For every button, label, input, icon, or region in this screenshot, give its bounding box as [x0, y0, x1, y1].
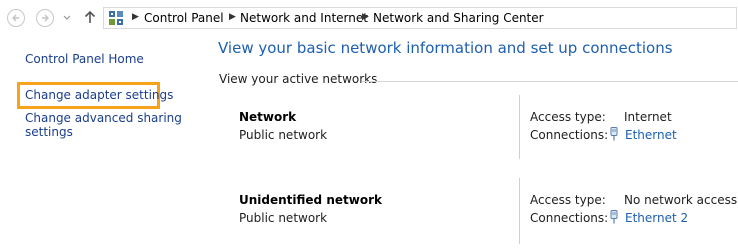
network-divider	[519, 95, 520, 159]
forward-button[interactable]	[36, 9, 54, 27]
change-adapter-settings-link[interactable]: Change adapter settings	[25, 88, 173, 103]
ethernet-icon	[610, 210, 618, 224]
forward-arrow-icon	[42, 14, 49, 22]
change-advanced-sharing-settings-link-line2[interactable]: settings	[25, 125, 73, 140]
back-arrow-icon	[12, 14, 19, 22]
connections-label: Connections:	[530, 211, 609, 225]
network-category-link[interactable]: Public network	[239, 211, 327, 225]
network-name: Unidentified network	[239, 193, 382, 207]
breadcrumb-separator-icon: ▶	[362, 12, 369, 22]
page-title: View your basic network information and …	[218, 39, 673, 57]
connections-label: Connections:	[530, 128, 609, 142]
access-type-value: No network access	[624, 193, 738, 207]
network-name: Network	[239, 110, 297, 124]
control-panel-home-link[interactable]: Control Panel Home	[25, 52, 144, 67]
network-divider	[519, 178, 520, 244]
control-panel-icon	[109, 11, 123, 25]
breadcrumb-network-and-internet[interactable]: Network and Internet	[240, 11, 368, 25]
address-bar[interactable]: ▶ Control Panel ▶ Network and Internet ▶…	[103, 7, 737, 29]
up-arrow-icon	[84, 10, 96, 23]
access-type-label: Access type:	[530, 193, 606, 207]
back-button[interactable]	[7, 9, 25, 27]
breadcrumb-separator-icon: ▶	[229, 12, 236, 22]
breadcrumb-network-and-sharing-center[interactable]: Network and Sharing Center	[373, 11, 544, 25]
active-networks-heading: View your active networks	[219, 72, 378, 86]
breadcrumb-control-panel[interactable]: Control Panel	[144, 11, 224, 25]
recent-locations-dropdown[interactable]	[62, 10, 72, 24]
access-type-value: Internet	[624, 110, 672, 124]
breadcrumb-separator-icon: ▶	[132, 12, 139, 22]
ethernet-2-connection-link[interactable]: Ethernet 2	[625, 211, 688, 225]
change-advanced-sharing-settings-link[interactable]: Change advanced sharing	[25, 111, 182, 126]
access-type-label: Access type:	[530, 110, 606, 124]
section-divider	[362, 81, 738, 82]
up-button[interactable]	[83, 9, 97, 25]
network-category-link[interactable]: Public network	[239, 128, 327, 142]
ethernet-connection-link[interactable]: Ethernet	[625, 128, 677, 142]
chevron-down-icon	[63, 15, 71, 20]
ethernet-icon	[610, 127, 618, 141]
